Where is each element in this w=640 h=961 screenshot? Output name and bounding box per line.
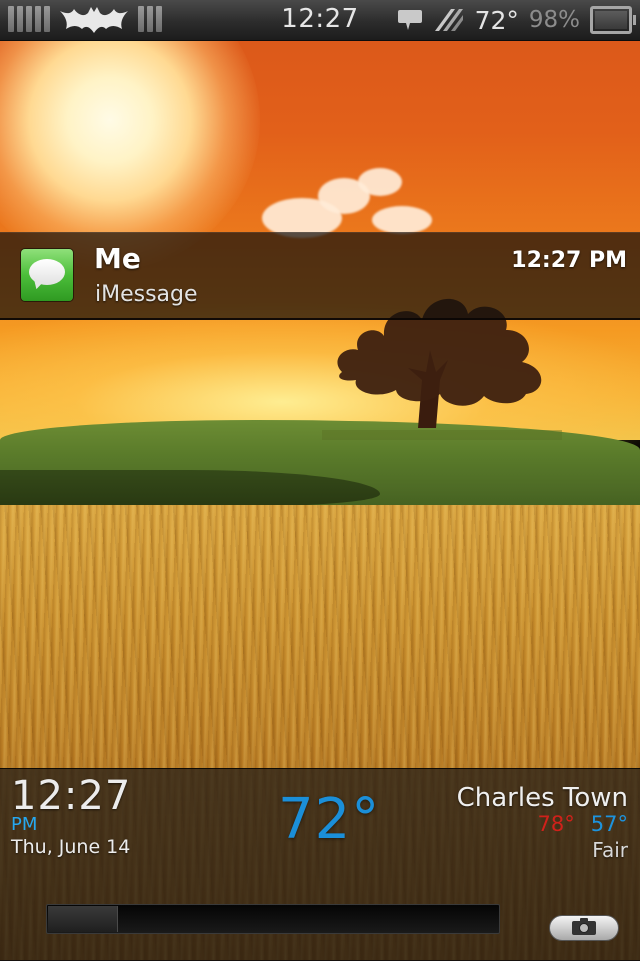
weather-city: Charles Town — [456, 783, 628, 813]
status-bar: 12:27 72° 98% — [0, 0, 640, 41]
cloud — [358, 168, 402, 196]
message-bubble-icon — [397, 10, 422, 30]
unlock-slider-knob[interactable] — [48, 906, 118, 932]
notification-sender: Me — [94, 242, 141, 275]
weather-high: 78° — [537, 812, 575, 836]
battery-percent: 98% — [528, 7, 580, 33]
clock-date: Thu, June 14 — [11, 836, 131, 858]
weather-icon — [434, 9, 463, 31]
imessage-app-icon — [21, 249, 73, 301]
weather-low: 57° — [590, 812, 628, 836]
camera-icon — [572, 918, 596, 935]
weather-temperature: 72° — [278, 787, 381, 852]
camera-button[interactable] — [549, 915, 619, 941]
clock-ampm: PM — [11, 814, 38, 835]
battery-icon — [590, 6, 636, 34]
weather-condition: Fair — [592, 838, 628, 862]
cloud — [372, 206, 432, 234]
weather-high-low: 78° 57° — [538, 812, 628, 836]
unlock-slider-track[interactable] — [46, 904, 500, 934]
notification-time: 12:27 PM — [511, 248, 627, 273]
clock-time: 12:27 — [11, 773, 132, 819]
status-temperature: 72° — [474, 5, 519, 35]
imessage-notification[interactable]: Me iMessage 12:27 PM — [0, 232, 640, 320]
notification-app-name: iMessage — [95, 282, 198, 307]
lockscreen-widget: 12:27 PM Thu, June 14 72° Charles Town 7… — [0, 768, 640, 961]
